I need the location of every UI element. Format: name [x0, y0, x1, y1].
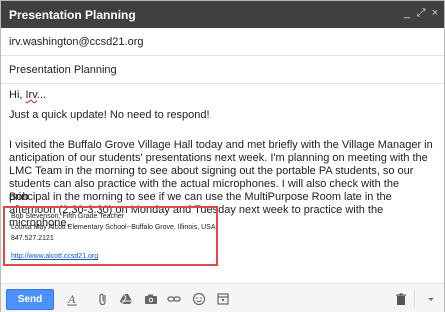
emoji-icon[interactable] [192, 292, 206, 306]
signature-phone: 847.527.2121 [11, 235, 54, 242]
compose-toolbar: Send A [1, 283, 444, 312]
format-text-icon[interactable]: A [65, 292, 79, 306]
send-button[interactable]: Send [6, 289, 54, 310]
trash-icon[interactable] [394, 292, 408, 306]
greeting-name: Irv [25, 89, 37, 101]
attach-icon[interactable] [96, 292, 110, 306]
signature-name-title: Bob Stevenson, Fifth Grade Teacher [11, 213, 125, 220]
compose-window: Presentation Planning _ ⤢ × irv.washingt… [0, 0, 445, 312]
drive-icon[interactable] [119, 292, 133, 306]
greeting-prefix: Hi, [9, 89, 26, 101]
to-recipient[interactable]: irv.washington@ccsd21.org [9, 36, 143, 48]
signature-school: Louisa May Alcott Elementary School--Buf… [11, 224, 216, 231]
greeting-suffix: ... [36, 89, 47, 101]
toolbar-divider [414, 290, 415, 308]
subject-field[interactable]: Presentation Planning [1, 56, 444, 84]
title-bar[interactable]: Presentation Planning _ ⤢ × [1, 1, 444, 28]
photo-icon[interactable] [144, 292, 158, 306]
signoff: Bob [9, 191, 29, 203]
window-title: Presentation Planning [9, 8, 136, 22]
svg-text:A: A [67, 292, 76, 306]
greeting-line: Hi, Irv... [9, 89, 46, 102]
quick-update-line: Just a quick update! No need to respond! [9, 109, 210, 121]
link-icon[interactable] [167, 292, 181, 306]
signature-highlight-box: Bob Stevenson, Fifth Grade Teacher Louis… [3, 206, 218, 266]
close-icon[interactable]: × [429, 6, 441, 20]
to-field[interactable]: irv.washington@ccsd21.org [1, 28, 444, 56]
minimize-icon[interactable]: _ [401, 6, 413, 20]
signature-link[interactable]: http://www.alcott.ccsd21.org [11, 253, 98, 260]
more-options-icon[interactable] [424, 292, 438, 306]
calendar-icon[interactable] [216, 292, 230, 306]
expand-icon[interactable]: ⤢ [415, 6, 427, 20]
subject-value[interactable]: Presentation Planning [9, 64, 117, 76]
